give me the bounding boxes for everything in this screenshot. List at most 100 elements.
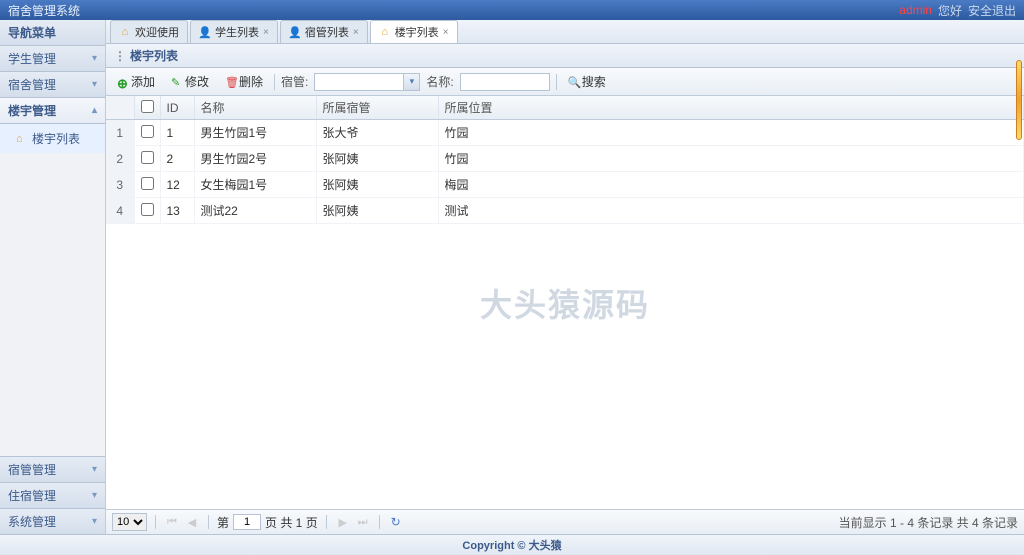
filter-manager-combo[interactable]: ▾ <box>314 73 420 91</box>
prev-page-button[interactable]: ◀ <box>184 514 200 530</box>
cell-location: 竹园 <box>438 146 1024 172</box>
last-page-button[interactable]: ⏭ <box>355 514 371 530</box>
tab-welcome[interactable]: ⌂ 欢迎使用 <box>110 20 188 43</box>
separator <box>208 515 209 529</box>
chevron-down-icon: ▾ <box>92 79 97 90</box>
main-panel: ⌂ 欢迎使用 👤 学生列表 × 👤 宿管列表 × ⌂ 楼宇列表 × ⋮ 楼宇列表 <box>106 20 1024 534</box>
table-row[interactable]: 413测试22张阿姨测试 <box>106 198 1024 224</box>
app-title: 宿舍管理系统 <box>8 2 80 19</box>
nav-item-building[interactable]: 楼宇管理 ▴ <box>0 98 105 124</box>
col-id[interactable]: ID <box>160 96 194 120</box>
header-right: admin 您好 安全退出 <box>899 2 1016 19</box>
cell-location: 梅园 <box>438 172 1024 198</box>
tab-label: 楼宇列表 <box>395 24 439 40</box>
watermark: 大头猿源码 <box>480 280 650 326</box>
tab-manager-list[interactable]: 👤 宿管列表 × <box>280 20 368 43</box>
first-page-button[interactable]: ⏮ <box>164 514 180 530</box>
close-icon[interactable]: × <box>443 27 449 38</box>
row-checkbox[interactable] <box>141 177 154 190</box>
trash-icon: 🗑 <box>225 76 237 88</box>
btn-label: 删除 <box>239 73 263 90</box>
theme-switcher-handle[interactable] <box>1016 60 1022 140</box>
pencil-icon: ✎ <box>171 76 183 88</box>
close-icon[interactable]: × <box>263 27 269 38</box>
search-icon: 🔍 <box>568 76 580 88</box>
col-location[interactable]: 所属位置 <box>438 96 1024 120</box>
nav-label: 宿管管理 <box>8 461 56 478</box>
tab-building-list[interactable]: ⌂ 楼宇列表 × <box>370 20 458 43</box>
hello-text: 您好 <box>938 2 962 19</box>
nav-item-manager[interactable]: 宿管管理 ▾ <box>0 456 105 482</box>
filter-manager-label: 宿管: <box>281 73 308 90</box>
close-icon[interactable]: × <box>353 27 359 38</box>
nav-label: 学生管理 <box>8 50 56 67</box>
btn-label: 修改 <box>185 73 209 90</box>
filter-name-input[interactable] <box>460 73 550 91</box>
nav-item-dorm[interactable]: 宿舍管理 ▾ <box>0 72 105 98</box>
cell-id: 12 <box>160 172 194 198</box>
data-grid: 大头猿源码 ID 名称 所属宿管 所属位置 11男生竹园1号张大爷竹园22男生竹… <box>106 96 1024 509</box>
tab-label: 学生列表 <box>215 24 259 40</box>
row-check-cell[interactable] <box>134 198 160 224</box>
col-rownum <box>106 96 134 120</box>
row-check-cell[interactable] <box>134 146 160 172</box>
home-icon: ⌂ <box>119 26 131 38</box>
separator <box>379 515 380 529</box>
cell-owner: 张阿姨 <box>316 172 438 198</box>
cell-id: 2 <box>160 146 194 172</box>
refresh-button[interactable]: ↻ <box>388 514 404 530</box>
cell-id: 1 <box>160 120 194 146</box>
nav-label: 系统管理 <box>8 513 56 530</box>
next-page-button[interactable]: ▶ <box>335 514 351 530</box>
chevron-down-icon: ▾ <box>92 490 97 501</box>
cell-location: 竹园 <box>438 120 1024 146</box>
col-name[interactable]: 名称 <box>194 96 316 120</box>
nav-title: 导航菜单 <box>0 20 105 46</box>
row-checkbox[interactable] <box>141 203 154 216</box>
cell-id: 13 <box>160 198 194 224</box>
search-button[interactable]: 🔍 搜索 <box>563 71 611 92</box>
table-row[interactable]: 11男生竹园1号张大爷竹园 <box>106 120 1024 146</box>
edit-button[interactable]: ✎ 修改 <box>166 71 214 92</box>
row-check-cell[interactable] <box>134 172 160 198</box>
chevron-up-icon: ▴ <box>92 105 97 116</box>
row-checkbox[interactable] <box>141 125 154 138</box>
page-suffix: 页 共 1 页 <box>265 514 318 531</box>
chevron-down-icon: ▾ <box>92 464 97 475</box>
nav-item-accommodation[interactable]: 住宿管理 ▾ <box>0 482 105 508</box>
admin-name: admin <box>899 3 932 17</box>
grip-icon: ⋮ <box>114 49 126 63</box>
filter-manager-input[interactable] <box>314 73 404 91</box>
sub-label: 楼宇列表 <box>32 130 80 147</box>
tab-strip: ⌂ 欢迎使用 👤 学生列表 × 👤 宿管列表 × ⌂ 楼宇列表 × <box>106 20 1024 44</box>
tab-student-list[interactable]: 👤 学生列表 × <box>190 20 278 43</box>
logout-link[interactable]: 安全退出 <box>968 2 1016 19</box>
tab-label: 欢迎使用 <box>135 24 179 40</box>
row-number: 3 <box>106 172 134 198</box>
panel-title: 楼宇列表 <box>130 47 178 64</box>
page-number-input[interactable] <box>233 514 261 530</box>
nav-item-student[interactable]: 学生管理 ▾ <box>0 46 105 72</box>
panel-header: ⋮ 楼宇列表 <box>106 44 1024 68</box>
row-check-cell[interactable] <box>134 120 160 146</box>
delete-button[interactable]: 🗑 删除 <box>220 71 268 92</box>
table-row[interactable]: 312女生梅园1号张阿姨梅园 <box>106 172 1024 198</box>
add-button[interactable]: ⊕ 添加 <box>112 71 160 92</box>
chevron-down-icon: ▾ <box>92 53 97 64</box>
chevron-down-icon[interactable]: ▾ <box>404 73 420 91</box>
table-row[interactable]: 22男生竹园2号张阿姨竹园 <box>106 146 1024 172</box>
page-size-select[interactable]: 10 <box>112 513 147 531</box>
col-owner[interactable]: 所属宿管 <box>316 96 438 120</box>
nav-label: 宿舍管理 <box>8 76 56 93</box>
tab-label: 宿管列表 <box>305 24 349 40</box>
user-icon: 👤 <box>289 26 301 38</box>
separator <box>274 74 275 90</box>
footer: Copyright © 大头猿 <box>0 534 1024 555</box>
nav-item-system[interactable]: 系统管理 ▾ <box>0 508 105 534</box>
row-checkbox[interactable] <box>141 151 154 164</box>
pager: 10 ⏮ ◀ 第 页 共 1 页 ▶ ⏭ ↻ 当前显示 1 - 4 条记录 共 … <box>106 509 1024 534</box>
sub-item-building-list[interactable]: ⌂ 楼宇列表 <box>0 124 105 153</box>
check-all[interactable] <box>141 100 154 113</box>
col-check[interactable] <box>134 96 160 120</box>
cell-name: 男生竹园1号 <box>194 120 316 146</box>
